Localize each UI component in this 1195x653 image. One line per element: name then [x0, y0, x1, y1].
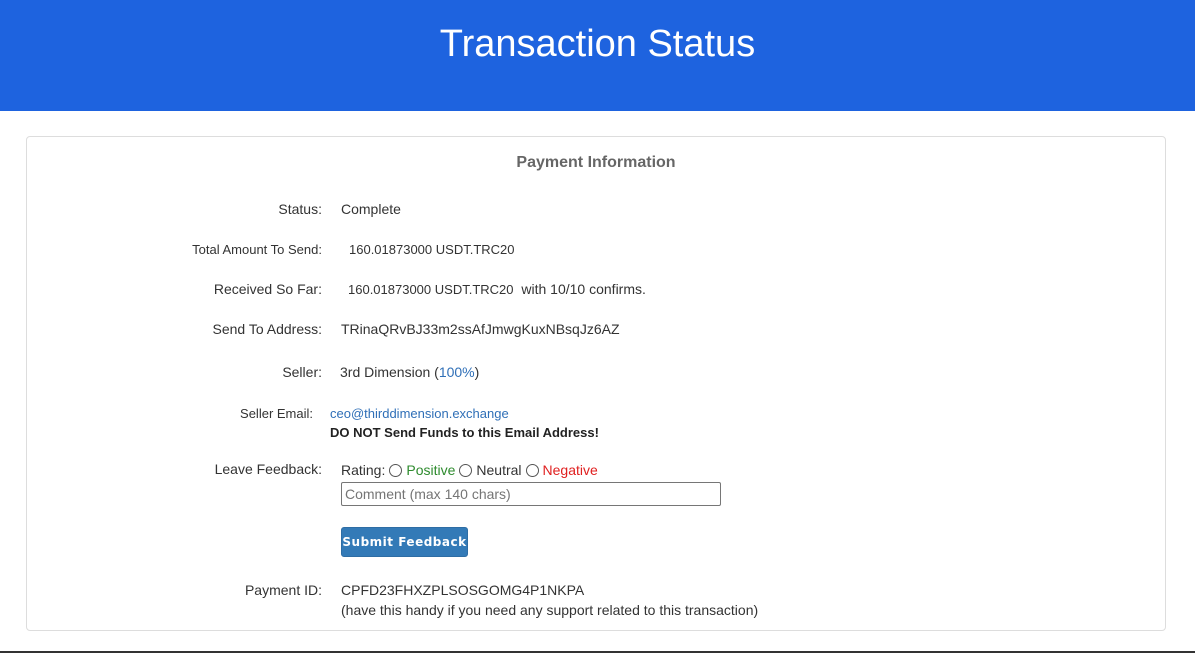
received-label: Received So Far: — [213, 281, 322, 297]
neutral-radio[interactable] — [459, 463, 473, 477]
seller-name: 3rd Dimension — [340, 364, 431, 380]
status-label: Status: — [278, 201, 322, 217]
seller-rating-close: ) — [474, 364, 480, 380]
negative-option-label[interactable]: Negative — [543, 462, 598, 478]
seller-rating-link[interactable]: 100% — [439, 364, 475, 380]
received-value-line: 160.01873000 USDT.TRC20 with 10/10 confi… — [348, 281, 646, 297]
rating-label: Rating: — [341, 462, 386, 478]
received-confirms: with 10/10 confirms. — [521, 281, 646, 297]
positive-radio[interactable] — [389, 463, 403, 477]
seller-label: Seller: — [282, 364, 322, 380]
payment-info-panel: Payment Information Status: Complete Tot… — [26, 136, 1166, 631]
total-amount-value: 160.01873000 USDT.TRC20 — [349, 242, 515, 257]
seller-value: 3rd Dimension (100%) — [340, 364, 479, 380]
submit-feedback-button[interactable]: Submit Feedback — [341, 527, 468, 557]
received-amount: 160.01873000 USDT.TRC20 — [348, 282, 514, 297]
payment-id-value: CPFD23FHXZPLSOSGOMG4P1NKPA — [341, 582, 585, 598]
payment-id-note: (have this handy if you need any support… — [341, 602, 759, 618]
comment-input[interactable] — [341, 482, 721, 506]
email-warning: DO NOT Send Funds to this Email Address! — [330, 425, 599, 440]
rating-options: Rating: Positive Neutral Negative — [341, 462, 598, 478]
neutral-option-label[interactable]: Neutral — [476, 462, 521, 478]
status-value: Complete — [341, 201, 401, 217]
address-label: Send To Address: — [212, 321, 322, 337]
panel-title: Payment Information — [516, 154, 676, 171]
feedback-label: Leave Feedback: — [214, 461, 322, 477]
positive-option-label[interactable]: Positive — [406, 462, 455, 478]
payment-id-label: Payment ID: — [244, 582, 322, 598]
page-title: Transaction Status — [439, 23, 756, 65]
send-address-value: TRinaQRvBJ33m2ssAfJmwgKuxNBsqJz6AZ — [341, 321, 620, 337]
page-header: Transaction Status — [0, 0, 1195, 111]
seller-email-link[interactable]: ceo@thirddimension.exchange — [330, 406, 509, 421]
negative-radio[interactable] — [525, 463, 539, 477]
seller-email-label: Seller Email: — [240, 406, 313, 421]
total-amount-label: Total Amount To Send: — [192, 242, 322, 257]
